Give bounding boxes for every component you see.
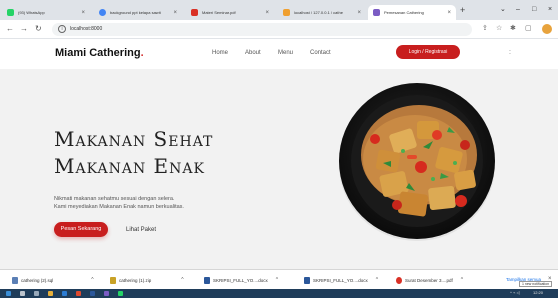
- tab-whatsapp[interactable]: (93) WhatsApp ×: [2, 5, 90, 20]
- new-tab-icon[interactable]: +: [460, 6, 465, 15]
- task-view-icon[interactable]: [34, 291, 39, 296]
- vscode-icon[interactable]: [104, 291, 109, 296]
- system-tray-icons[interactable]: ^ ⌁ ◁: [510, 290, 520, 295]
- clock[interactable]: 12:20: [533, 290, 543, 295]
- download-name: cathering (1).zip: [119, 277, 152, 283]
- nav-home[interactable]: Home: [212, 50, 228, 56]
- hero-title-line-2: Makanan Enak: [54, 154, 205, 178]
- tab-title: Pemesanan Cathering: [384, 10, 424, 15]
- sidebar-icon[interactable]: ▢: [525, 25, 532, 32]
- tab-title: Materi Seminar.pdf: [202, 10, 236, 15]
- chrome-icon[interactable]: [76, 291, 81, 296]
- download-name: cathering (2).sql: [21, 277, 54, 283]
- whatsapp-icon: [7, 9, 14, 16]
- download-name: SKRIPSI_FULL_YO....docx: [213, 277, 268, 283]
- file-icon: [12, 276, 18, 284]
- maximize-icon[interactable]: □: [532, 6, 536, 13]
- download-item[interactable]: SKRIPSI_FULL_YO....docx ^: [304, 275, 378, 285]
- brand-name: Miami Cathering: [55, 47, 141, 59]
- reload-icon[interactable]: ↻: [35, 25, 42, 33]
- word-icon: [204, 276, 210, 284]
- close-icon[interactable]: ×: [357, 10, 361, 16]
- close-window-icon[interactable]: ×: [548, 6, 552, 13]
- close-icon[interactable]: ×: [81, 10, 85, 16]
- chevron-up-icon[interactable]: ^: [461, 277, 463, 283]
- google-icon: [99, 9, 106, 16]
- extensions-icon[interactable]: ✱: [510, 25, 516, 32]
- tab-google-search[interactable]: background ppt kelapa sawit ×: [94, 5, 182, 20]
- nav-about[interactable]: About: [245, 50, 261, 56]
- food-plate-image: [339, 83, 495, 241]
- hero-description: Nikmati makanan sehatmu sesuai dengan se…: [54, 195, 274, 211]
- profile-avatar[interactable]: [542, 24, 552, 34]
- site-icon: [373, 9, 380, 16]
- hero-desc-line-2: Kami meyediakan Makanan Enak namun berku…: [54, 204, 184, 210]
- whatsapp-app-icon[interactable]: [118, 291, 123, 296]
- tab-title: background ppt kelapa sawit: [110, 10, 161, 15]
- tab-title: localhost / 127.0.0.1 / cathe: [294, 10, 343, 15]
- forward-icon[interactable]: →: [20, 25, 28, 33]
- phpmyadmin-icon: [283, 9, 290, 16]
- tab-phpmyadmin[interactable]: localhost / 127.0.0.1 / cathe ×: [278, 5, 366, 20]
- hero-title-line-1: Makanan Sehat: [54, 127, 214, 151]
- star-icon[interactable]: ☆: [496, 25, 502, 32]
- minimize-icon[interactable]: –: [516, 6, 520, 13]
- chevron-up-icon[interactable]: ^: [276, 277, 278, 283]
- back-icon[interactable]: ←: [6, 25, 14, 33]
- share-icon[interactable]: ⇪: [482, 25, 488, 32]
- brand-dot: .: [140, 47, 144, 59]
- word-app-icon[interactable]: [90, 291, 95, 296]
- tab-pdf[interactable]: Materi Seminar.pdf ×: [186, 5, 274, 20]
- address-toolbar: ← → ↻ i localhost:8000 ⇪ ☆ ✱ ▢: [0, 20, 558, 39]
- tab-title: (93) WhatsApp: [18, 10, 45, 15]
- address-bar[interactable]: i localhost:8000: [52, 23, 472, 36]
- hero-desc-line-1: Nikmati makanan sehatmu sesuai dengan se…: [54, 196, 175, 202]
- more-icon: :: [509, 49, 511, 56]
- chevron-up-icon[interactable]: ^: [181, 277, 183, 283]
- download-item[interactable]: Surat Desember 3....pdf ^: [396, 275, 463, 285]
- search-icon[interactable]: [20, 291, 25, 296]
- site-header: Miami Cathering. Home About Menu Contact…: [0, 39, 558, 69]
- word-icon: [304, 276, 310, 284]
- nav-menu[interactable]: Menu: [278, 50, 293, 56]
- chevron-up-icon[interactable]: ^: [376, 277, 378, 283]
- order-now-button[interactable]: Pesan Sekarang: [54, 222, 108, 237]
- windows-taskbar: ^ ⌁ ◁ 12:20: [0, 289, 558, 298]
- download-name: SKRIPSI_FULL_YO....docx: [313, 277, 368, 283]
- info-icon[interactable]: i: [58, 25, 66, 33]
- download-name: Surat Desember 3....pdf: [405, 277, 453, 283]
- download-item[interactable]: cathering (1).zip ^: [110, 275, 184, 285]
- brand-logo[interactable]: Miami Cathering.: [55, 47, 144, 59]
- close-icon[interactable]: ×: [173, 10, 177, 16]
- download-bar: cathering (2).sql ^ cathering (1).zip ^ …: [0, 269, 558, 289]
- close-icon[interactable]: ×: [447, 10, 451, 16]
- pdf-icon: [191, 9, 198, 16]
- login-register-button[interactable]: Login / Registrasi: [396, 45, 460, 59]
- download-item[interactable]: SKRIPSI_FULL_YO....docx ^: [204, 275, 278, 285]
- tab-pemesanan-cathering[interactable]: Pemesanan Cathering ×: [368, 5, 456, 20]
- close-icon[interactable]: ×: [265, 10, 269, 16]
- chevron-up-icon[interactable]: ^: [91, 277, 93, 283]
- download-item[interactable]: cathering (2).sql ^: [12, 275, 94, 285]
- pdf-icon: [396, 276, 402, 284]
- hero-title: Makanan Sehat Makanan Enak: [54, 126, 213, 180]
- edge-icon[interactable]: [62, 291, 67, 296]
- windows-start-icon[interactable]: [6, 291, 11, 296]
- chevron-down-icon[interactable]: ⌄: [500, 6, 506, 13]
- tab-strip: (93) WhatsApp × background ppt kelapa sa…: [0, 0, 558, 20]
- notification-tooltip: 1 new notification: [519, 281, 553, 287]
- file-explorer-icon[interactable]: [48, 291, 53, 296]
- hero-section: Makanan Sehat Makanan Enak Nikmati makan…: [0, 69, 558, 269]
- browser-window: (93) WhatsApp × background ppt kelapa sa…: [0, 0, 558, 298]
- url-text: localhost:8000: [70, 26, 103, 32]
- nav-contact[interactable]: Contact: [310, 50, 331, 56]
- zip-icon: [110, 276, 116, 284]
- see-package-link[interactable]: Lihat Paket: [126, 227, 156, 233]
